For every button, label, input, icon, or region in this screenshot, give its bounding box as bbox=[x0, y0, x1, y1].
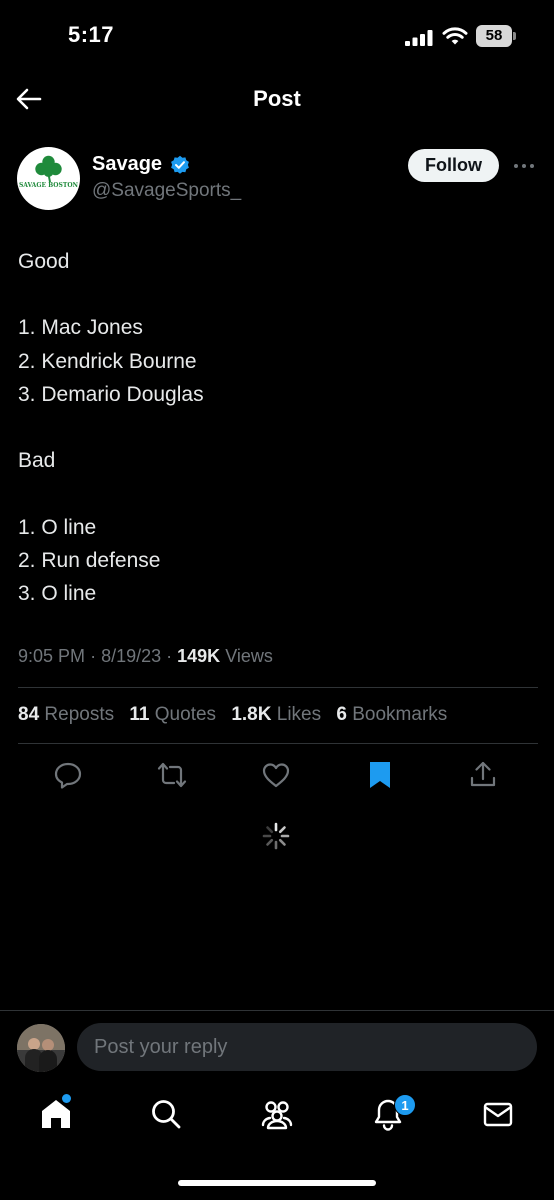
quotes-stat[interactable]: 11 Quotes bbox=[129, 704, 216, 725]
repost-icon[interactable] bbox=[157, 760, 187, 790]
divider bbox=[18, 743, 538, 744]
post-time[interactable]: 9:05 PM bbox=[18, 646, 85, 666]
post-metadata: 9:05 PM · 8/19/23 · 149K Views bbox=[18, 646, 273, 666]
post-line: 2. Run defense bbox=[18, 548, 161, 572]
status-bar: 5:17 58 bbox=[0, 0, 554, 66]
views-count: 149K bbox=[177, 646, 221, 666]
reply-input[interactable]: Post your reply bbox=[77, 1023, 537, 1071]
views-label: Views bbox=[225, 646, 273, 666]
battery-level: 58 bbox=[485, 27, 503, 44]
notifications-badge: 1 bbox=[394, 1094, 416, 1116]
share-icon[interactable] bbox=[468, 760, 498, 790]
post-line: 2. Kendrick Bourne bbox=[18, 349, 197, 373]
shamrock-logo-icon: SAVAGE BOSTON bbox=[19, 155, 79, 189]
author-name[interactable]: Savage bbox=[92, 153, 162, 176]
messages-icon[interactable] bbox=[480, 1096, 516, 1132]
bookmarks-stat[interactable]: 6 Bookmarks bbox=[336, 704, 447, 725]
reply-bar: Post your reply bbox=[0, 1010, 554, 1082]
post-line bbox=[18, 477, 538, 510]
post-date[interactable]: 8/19/23 bbox=[101, 646, 161, 666]
battery-indicator: 58 bbox=[476, 25, 516, 47]
divider bbox=[18, 687, 538, 688]
svg-text:SAVAGE BOSTON: SAVAGE BOSTON bbox=[19, 182, 79, 189]
user-photo-icon bbox=[17, 1024, 65, 1072]
engagement-stats: 84 Reposts 11 Quotes 1.8K Likes 6 Bookma… bbox=[18, 704, 457, 726]
post-line bbox=[18, 278, 538, 311]
post-line: 1. O line bbox=[18, 515, 97, 539]
author-avatar[interactable]: SAVAGE BOSTON bbox=[17, 147, 80, 210]
post-line: Good bbox=[18, 250, 70, 273]
post-line bbox=[18, 411, 538, 444]
verified-badge-icon bbox=[171, 155, 189, 174]
post-line: 3. O line bbox=[18, 581, 97, 605]
top-navigation: Post bbox=[0, 66, 554, 130]
like-icon[interactable] bbox=[261, 760, 291, 790]
wifi-icon bbox=[442, 27, 468, 45]
post-line: Bad bbox=[18, 449, 56, 473]
loading-spinner-icon bbox=[262, 822, 290, 850]
likes-stat[interactable]: 1.8K Likes bbox=[231, 704, 321, 725]
page-title: Post bbox=[253, 86, 301, 111]
post-line: 3. Demario Douglas bbox=[18, 382, 204, 406]
search-icon[interactable] bbox=[148, 1096, 184, 1132]
communities-icon[interactable] bbox=[259, 1096, 295, 1132]
user-avatar[interactable] bbox=[17, 1024, 65, 1072]
cellular-signal-icon bbox=[405, 30, 433, 46]
bookmark-icon[interactable] bbox=[365, 760, 395, 790]
author-handle[interactable]: @SavageSports_ bbox=[92, 180, 241, 202]
more-options-icon[interactable] bbox=[512, 156, 536, 176]
follow-button[interactable]: Follow bbox=[408, 149, 499, 182]
reply-icon[interactable] bbox=[53, 760, 83, 790]
reposts-stat[interactable]: 84 Reposts bbox=[18, 704, 114, 725]
post-text: Good 1. Mac Jones 2. Kendrick Bourne 3. … bbox=[18, 245, 538, 610]
home-unread-dot bbox=[62, 1094, 71, 1103]
home-indicator[interactable] bbox=[178, 1180, 376, 1186]
status-time: 5:17 bbox=[68, 22, 115, 47]
post-line: 1. Mac Jones bbox=[18, 316, 143, 340]
